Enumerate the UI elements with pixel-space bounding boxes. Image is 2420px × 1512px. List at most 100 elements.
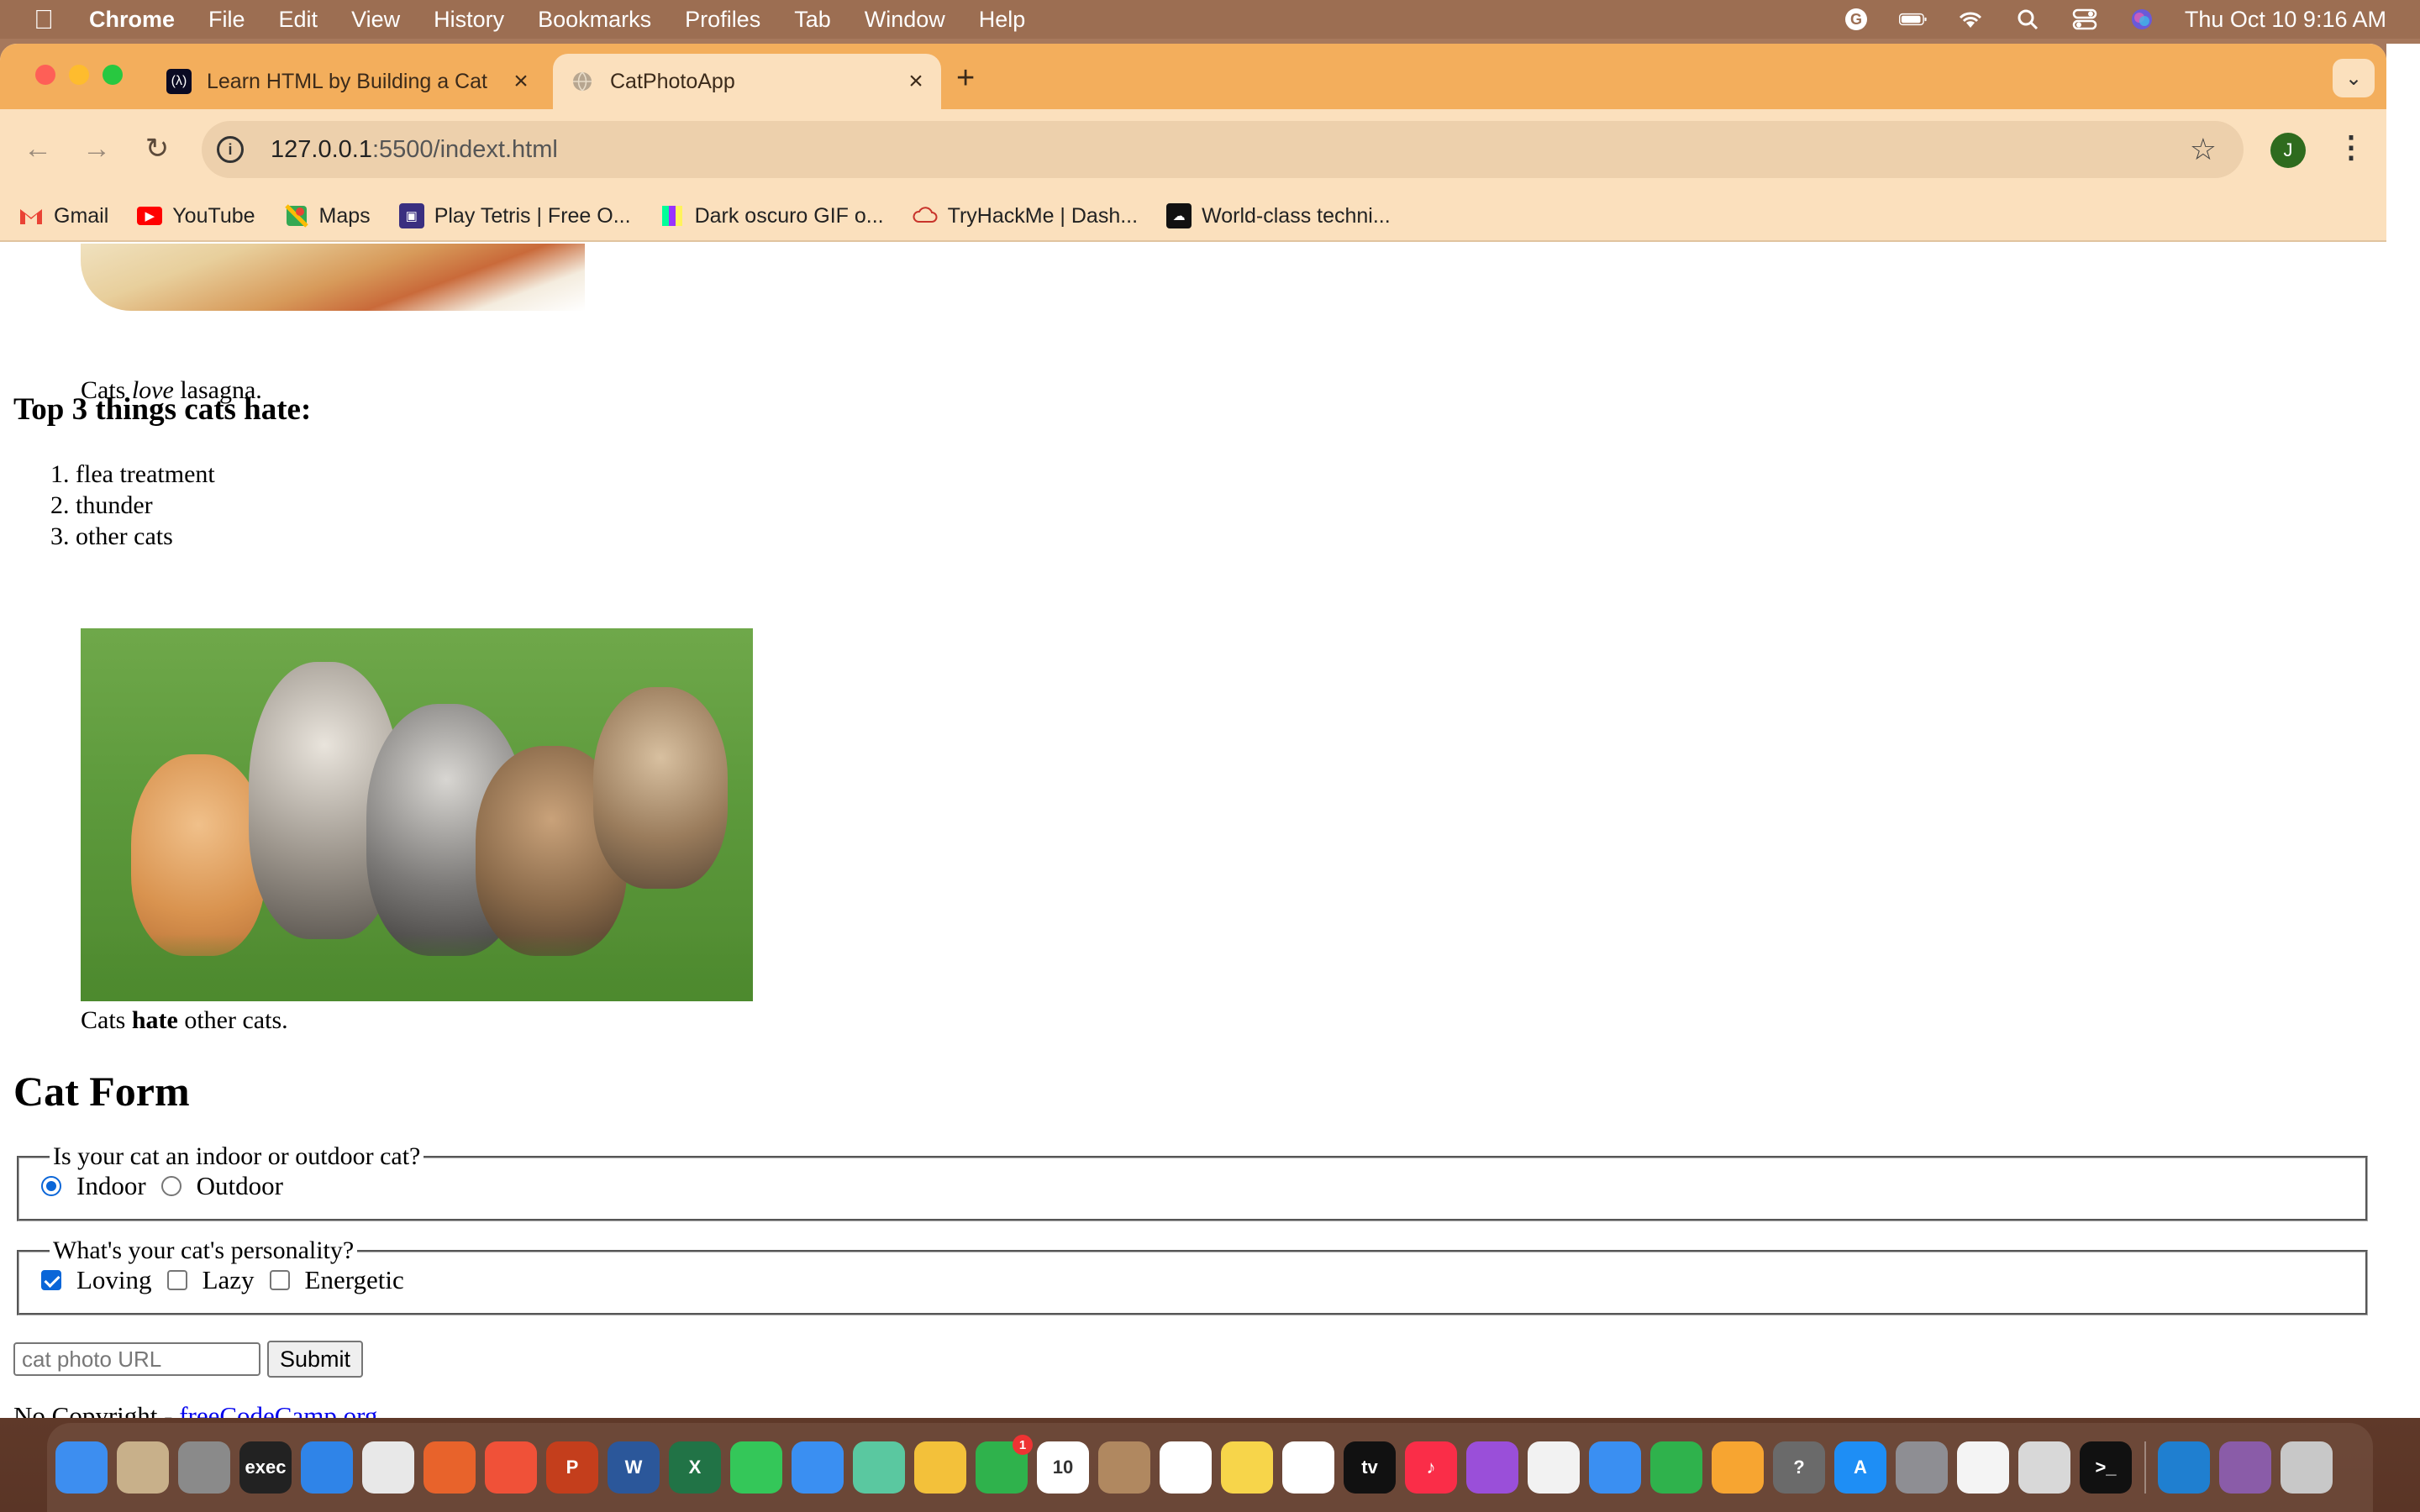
notes-icon[interactable] — [1221, 1441, 1273, 1494]
music-icon[interactable]: ♪ — [1405, 1441, 1457, 1494]
bookmark-tryhackme[interactable]: TryHackMe | Dash... — [913, 203, 1138, 228]
cat-photo-url-input[interactable]: cat photo URL — [13, 1342, 260, 1376]
list-item: 3. other cats — [50, 522, 173, 550]
minimize-window-button[interactable] — [69, 65, 89, 85]
wifi-icon[interactable] — [1956, 8, 1985, 30]
checkbox[interactable] — [41, 1270, 61, 1290]
app-store-icon[interactable]: A — [1834, 1441, 1886, 1494]
menu-bookmarks[interactable]: Bookmarks — [521, 7, 668, 33]
menubar-clock[interactable]: Thu Oct 10 9:16 AM — [2185, 7, 2386, 33]
preview-icon[interactable] — [117, 1441, 169, 1494]
news-icon[interactable] — [1528, 1441, 1580, 1494]
indoor-outdoor-fieldset: Is your cat an indoor or outdoor cat? In… — [17, 1142, 2368, 1221]
numbers-icon[interactable] — [1650, 1441, 1702, 1494]
screenshot-icon[interactable] — [2018, 1441, 2070, 1494]
chrome-icon[interactable] — [362, 1441, 414, 1494]
submit-button[interactable]: Submit — [267, 1341, 363, 1378]
menu-tab[interactable]: Tab — [777, 7, 848, 33]
chrome-menu-icon[interactable]: ⋮ — [2336, 129, 2366, 165]
firefox-icon[interactable] — [424, 1441, 476, 1494]
browser-toolbar: ← → ↻ i 127.0.0.1:5500/indext.html ☆ J ⋮ — [0, 109, 2386, 192]
checkbox-lazy[interactable]: Lazy — [166, 1265, 255, 1295]
photos-icon[interactable] — [914, 1441, 966, 1494]
grammarly-icon[interactable]: G — [1842, 8, 1870, 30]
battery-icon[interactable] — [1898, 8, 1928, 30]
menu-view[interactable]: View — [334, 7, 417, 33]
swift-playgrounds-icon[interactable] — [485, 1441, 537, 1494]
podcasts-icon[interactable] — [1466, 1441, 1518, 1494]
address-bar[interactable]: i 127.0.0.1:5500/indext.html ☆ — [202, 121, 2244, 178]
site-info-icon[interactable]: i — [217, 136, 244, 163]
reload-button[interactable]: ↻ — [136, 128, 178, 170]
tab-title: Learn HTML by Building a Cat — [207, 69, 487, 93]
tab-learn-html[interactable]: (λ) Learn HTML by Building a Cat × — [151, 54, 546, 109]
apple-menu-icon[interactable]:  — [0, 4, 72, 35]
excel-icon[interactable]: X — [669, 1441, 721, 1494]
close-window-button[interactable] — [35, 65, 55, 85]
radio-indoor[interactable]: Indoor — [41, 1171, 146, 1201]
contacts-icon[interactable] — [1098, 1441, 1150, 1494]
url-text[interactable]: 127.0.0.1:5500/indext.html — [271, 136, 558, 164]
calendar-icon[interactable]: 10 — [1037, 1441, 1089, 1494]
word-icon[interactable]: W — [608, 1441, 660, 1494]
profile-avatar[interactable]: J — [2270, 133, 2306, 168]
safari-icon[interactable] — [301, 1441, 353, 1494]
menu-app-name[interactable]: Chrome — [72, 7, 192, 33]
back-button[interactable]: ← — [17, 128, 59, 170]
terminal-icon[interactable]: >_ — [2080, 1441, 2132, 1494]
apple-tv-icon[interactable]: tv — [1344, 1441, 1396, 1494]
bookmark-gmail[interactable]: Gmail — [18, 203, 108, 228]
bookmark-tetris[interactable]: ▣ Play Tetris | Free O... — [398, 203, 631, 228]
new-tab-button[interactable]: + — [956, 60, 975, 97]
menu-file[interactable]: File — [192, 7, 262, 33]
radio-button[interactable] — [160, 1176, 182, 1196]
maps-app-icon[interactable] — [853, 1441, 905, 1494]
menu-edit[interactable]: Edit — [262, 7, 335, 33]
zoom-window-button[interactable] — [103, 65, 123, 85]
facetime-icon[interactable]: 1 — [976, 1435, 1033, 1494]
tab-search-chevron-icon[interactable]: ⌄ — [2333, 59, 2375, 97]
list-item: 2. thunder — [50, 491, 153, 519]
forward-button[interactable]: → — [76, 128, 118, 170]
menu-history[interactable]: History — [417, 7, 521, 33]
close-tab-icon[interactable]: × — [901, 67, 931, 96]
checkbox[interactable] — [269, 1270, 290, 1290]
menu-profiles[interactable]: Profiles — [668, 7, 777, 33]
finder-icon[interactable] — [55, 1441, 108, 1494]
help-icon[interactable]: ? — [1773, 1441, 1825, 1494]
close-tab-icon[interactable]: × — [506, 67, 536, 96]
menu-help[interactable]: Help — [962, 7, 1043, 33]
reminders-icon[interactable] — [1160, 1441, 1212, 1494]
siri-icon[interactable] — [2128, 8, 2156, 30]
launchpad-icon[interactable] — [178, 1441, 230, 1494]
vscode-icon[interactable] — [2158, 1441, 2210, 1494]
radio-outdoor[interactable]: Outdoor — [160, 1171, 283, 1201]
keynote-icon[interactable] — [1589, 1441, 1641, 1494]
bookmark-maps[interactable]: Maps — [284, 203, 371, 228]
checkbox-energetic[interactable]: Energetic — [269, 1265, 404, 1295]
bookmark-hackthebox[interactable]: ☁ World-class techni... — [1166, 203, 1391, 228]
control-center-icon[interactable] — [2070, 8, 2099, 30]
downloads-stack-icon[interactable] — [2219, 1441, 2271, 1494]
messages-icon[interactable] — [730, 1441, 782, 1494]
textedit-icon[interactable] — [1957, 1441, 2009, 1494]
pages-icon[interactable] — [1712, 1441, 1764, 1494]
kittens-caption: Cats hate other cats. — [81, 1006, 288, 1034]
checkbox[interactable] — [166, 1270, 187, 1290]
system-settings-icon[interactable] — [1896, 1441, 1948, 1494]
giphy-icon — [660, 203, 685, 228]
freeform-icon[interactable] — [1282, 1441, 1334, 1494]
checkbox-loving[interactable]: Loving — [41, 1265, 152, 1295]
terminal-exec-icon[interactable]: exec — [239, 1441, 292, 1494]
spotlight-search-icon[interactable] — [2013, 8, 2042, 30]
mail-icon[interactable] — [792, 1441, 844, 1494]
bookmark-star-icon[interactable]: ☆ — [2190, 132, 2217, 167]
bookmark-youtube[interactable]: ▶ YouTube — [137, 204, 255, 228]
radio-button[interactable] — [41, 1176, 61, 1196]
tab-catphotoapp[interactable]: CatPhotoApp × — [553, 54, 941, 109]
bookmark-giphy[interactable]: Dark oscuro GIF o... — [660, 203, 884, 228]
powerpoint-icon[interactable]: P — [546, 1441, 598, 1494]
trash-icon[interactable] — [2281, 1441, 2333, 1494]
freecodecamp-link[interactable]: freeCodeCamp.org — [179, 1401, 377, 1418]
menu-window[interactable]: Window — [848, 7, 962, 33]
